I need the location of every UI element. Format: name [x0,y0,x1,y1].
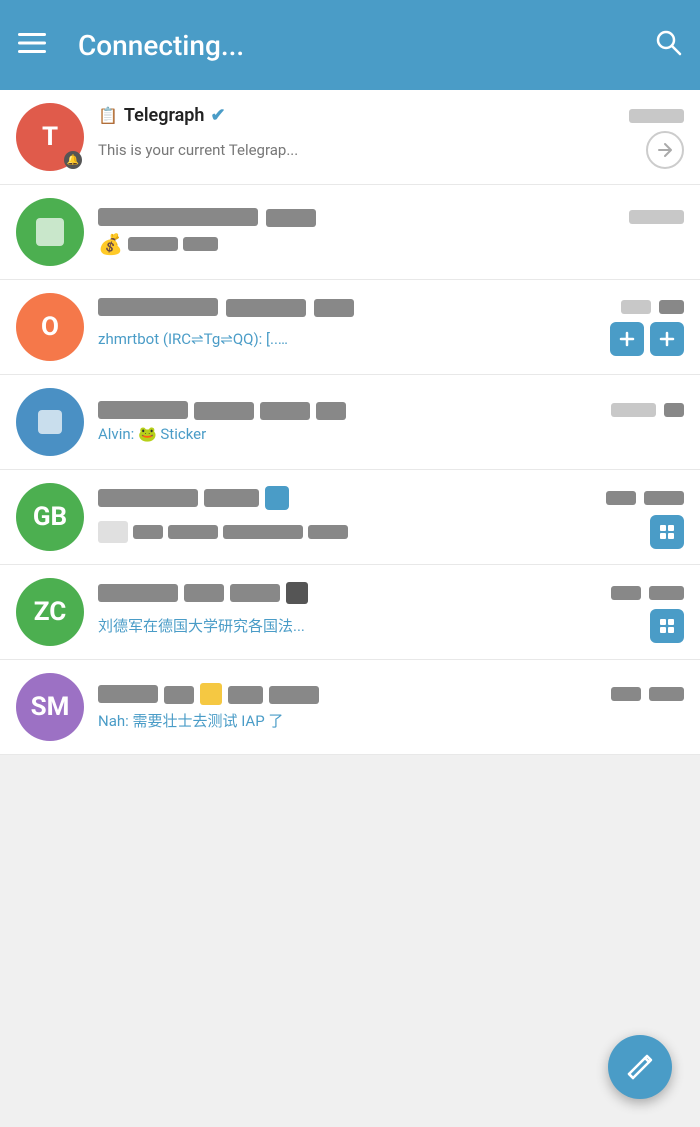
chat-content: zhmrtbot (IRC⇌Tg⇌QQ): [..… [98,298,684,357]
share-icon[interactable] [646,131,684,169]
chat-content: 刘德军在德国大学研究各国法... [98,582,684,643]
chat-name-blurred [98,208,258,226]
compose-button[interactable] [608,1035,672,1099]
action-icon [650,609,684,643]
chat-preview: zhmrtbot (IRC⇌Tg⇌QQ): [..… [98,330,288,348]
chat-name: 📋 Telegraph ✔ [98,105,629,126]
chat-name-blurred [98,584,178,602]
chat-preview-row [98,515,684,549]
chat-time [629,210,684,224]
unread-icon-2 [650,322,684,356]
chat-content: Nah: 需要壮士去测试 IAP 了 [98,683,684,731]
top-bar: Connecting... [0,0,700,90]
notification-icon: 🔔 [64,151,82,169]
chat-header: 📋 Telegraph ✔ [98,105,684,126]
chat-preview-row: 💰 [98,232,684,256]
chat-item-telegraph[interactable]: T 🔔 📋 Telegraph ✔ This is your c [0,90,700,185]
chat-content: Alvin: 🐸 Sticker [98,401,684,444]
menu-icon[interactable] [18,30,58,60]
chat-header [98,683,684,705]
chat-preview: 刘德军在德国大学研究各国法... [98,615,305,636]
avatar: O [16,293,84,361]
chat-content: 💰 [98,208,684,257]
chat-header [98,298,684,318]
chat-item-4[interactable]: Alvin: 🐸 Sticker [0,375,700,470]
page-title: Connecting... [58,29,654,62]
verified-icon: ✔ [210,105,225,126]
avatar: ZC [16,578,84,646]
chat-preview: This is your current Telegrap... [98,141,298,159]
chat-name-blurred [98,298,218,316]
chat-preview: Nah: 需要壮士去测试 IAP 了 [98,710,283,731]
chat-time [629,109,684,123]
chat-header [98,208,684,228]
chat-header [98,582,684,604]
chat-header [98,401,684,421]
chat-list: T 🔔 📋 Telegraph ✔ This is your c [0,90,700,755]
chat-time [611,403,656,417]
chat-item-7[interactable]: SM [0,660,700,755]
action-icon [650,515,684,549]
chat-name-blurred [98,685,158,703]
chat-name-blurred [98,401,188,419]
search-icon[interactable] [654,28,682,63]
chat-preview: Alvin: 🐸 Sticker [98,425,206,443]
chat-item-5[interactable]: GB [0,470,700,565]
avatar: T 🔔 [16,103,84,171]
chat-name-blurred [98,489,198,507]
avatar: GB [16,483,84,551]
unread-icon [610,322,644,356]
chat-item-2[interactable]: 💰 [0,185,700,280]
chat-time [621,300,651,314]
avatar [16,388,84,456]
chat-header [98,486,684,510]
chat-item-6[interactable]: ZC [0,565,700,660]
chat-item-3[interactable]: O zhmrtbot (IRC⇌Tg⇌QQ) [0,280,700,375]
chat-content [98,486,684,549]
avatar: SM [16,673,84,741]
avatar [16,198,84,266]
chat-content: 📋 Telegraph ✔ This is your current Teleg… [98,105,684,169]
